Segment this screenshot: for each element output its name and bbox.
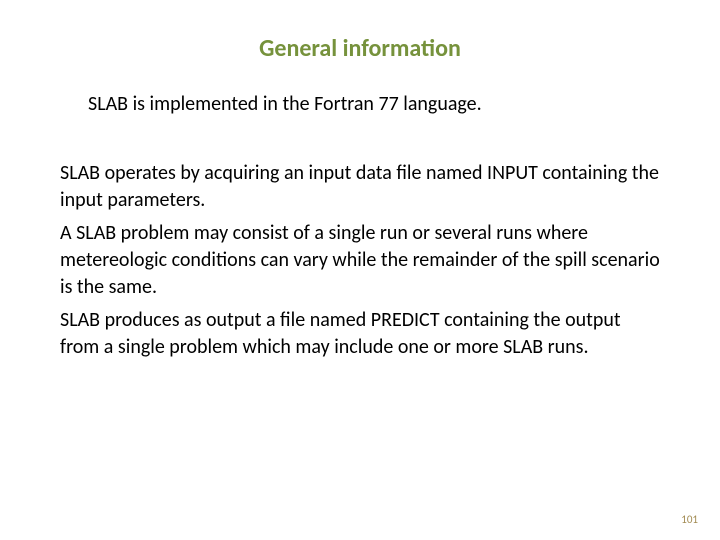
slide-intro: SLAB is implemented in the Fortran 77 la… bbox=[88, 91, 660, 118]
paragraph-2: A SLAB problem may consist of a single r… bbox=[60, 220, 660, 301]
paragraph-3: SLAB produces as output a file named PRE… bbox=[60, 307, 660, 361]
slide-title: General information bbox=[60, 34, 660, 63]
page-number: 101 bbox=[681, 513, 698, 526]
paragraph-1: SLAB operates by acquiring an input data… bbox=[60, 160, 660, 214]
slide: General information SLAB is implemented … bbox=[0, 0, 720, 540]
